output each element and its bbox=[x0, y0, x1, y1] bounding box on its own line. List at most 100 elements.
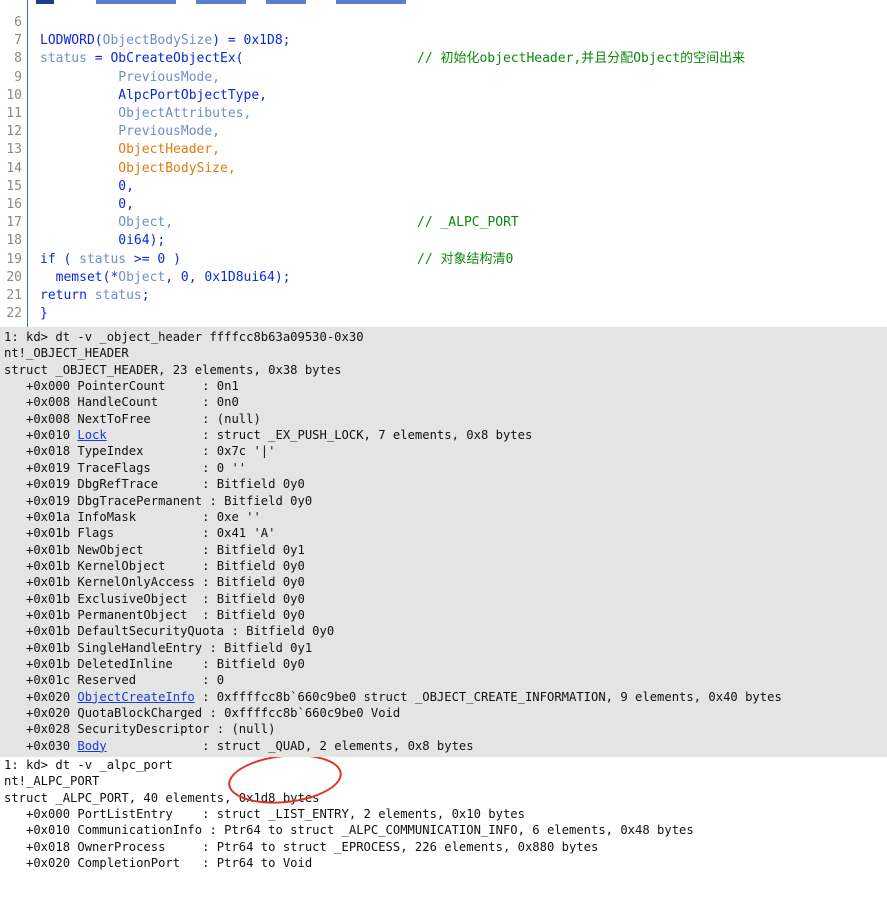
output-line: +0x019 DbgRefTrace : Bitfield 0y0 bbox=[4, 477, 305, 492]
code-text: 0i64); bbox=[40, 232, 165, 250]
line-number: 18 bbox=[6, 233, 22, 249]
code-token: = ObCreateObjectEx( bbox=[86, 51, 244, 67]
code-token: LODWORD( bbox=[40, 33, 103, 49]
line-number: 11 bbox=[6, 106, 22, 121]
code-token: PreviousMode, bbox=[40, 69, 221, 85]
code-token: status bbox=[40, 51, 87, 67]
code-token: ObjectAttributes, bbox=[40, 106, 252, 121]
code-line: 18 0i64); bbox=[0, 232, 887, 250]
debugger-output: 1: kd> dt -v _object_header ffffcc8b63a0… bbox=[0, 327, 887, 757]
code-text: status = ObCreateObjectEx( bbox=[40, 50, 244, 68]
code-line: 11 ObjectAttributes, bbox=[0, 105, 887, 123]
code-line: 15 0, bbox=[0, 178, 887, 196]
code-text: ObjectHeader, bbox=[40, 141, 220, 159]
output-line: +0x01b DefaultSecurityQuota : Bitfield 0… bbox=[4, 624, 335, 639]
field-link[interactable]: ObjectCreateInfo bbox=[77, 690, 194, 704]
code-token: 0, bbox=[40, 178, 134, 194]
code-token: ) = 0x1D8; bbox=[212, 33, 291, 49]
code-token: PreviousMode, bbox=[40, 124, 221, 140]
line-number: 7 bbox=[14, 33, 22, 49]
line-number: 8 bbox=[14, 51, 22, 67]
code-line: 12 PreviousMode, bbox=[0, 123, 887, 141]
output-suffix: : struct _EX_PUSH_LOCK, 7 elements, 0x8 … bbox=[106, 428, 533, 443]
code-text: } bbox=[40, 305, 48, 323]
output-line: +0x019 DbgTracePermanent : Bitfield 0y0 bbox=[4, 493, 313, 508]
code-token: 0, bbox=[40, 197, 134, 212]
output-prefix: +0x010 bbox=[4, 428, 78, 443]
code-line: 22} bbox=[0, 305, 887, 323]
output-line: 1: kd> dt -v _object_header ffffcc8b63a0… bbox=[4, 330, 364, 344]
output-line: +0x01c Reserved : 0 bbox=[4, 673, 225, 688]
field-link[interactable]: Lock bbox=[77, 428, 106, 442]
clipped-code-line bbox=[36, 0, 416, 7]
output-line: +0x008 NextToFree : (null) bbox=[4, 411, 261, 426]
code-line: 17 Object, // _ALPC_PORT bbox=[0, 214, 887, 232]
output-line: nt!_OBJECT_HEADER bbox=[4, 346, 129, 361]
output-line: +0x028 SecurityDescriptor : (null) bbox=[4, 722, 276, 737]
line-number: 6 bbox=[14, 15, 22, 30]
code-text: Object, bbox=[40, 214, 173, 232]
code-token: return bbox=[40, 288, 95, 303]
output-line: +0x01b SingleHandleEntry : Bitfield 0y1 bbox=[4, 640, 313, 655]
code-token: Object bbox=[118, 269, 166, 285]
code-token: ObjectBodySize, bbox=[40, 160, 236, 176]
code-line: 8 status = ObCreateObjectEx( // 初始化objectH… bbox=[0, 50, 887, 68]
line-number: 15 bbox=[6, 178, 22, 194]
code-comment: // _ALPC_PORT bbox=[417, 215, 519, 231]
output-suffix: : 0xffffcc8b`660c9be0 struct _OBJECT_CRE… bbox=[194, 689, 782, 704]
code-line: 20 memset(*Object, 0, 0x1D8ui64); bbox=[0, 269, 887, 287]
line-number: 12 bbox=[6, 124, 22, 140]
output-line: +0x020 ObjectCreateInfo : 0xffffcc8b`660… bbox=[4, 689, 782, 705]
line-number: 14 bbox=[6, 160, 22, 176]
output-line: +0x018 OwnerProcess : Ptr64 to struct _E… bbox=[4, 839, 599, 854]
code-comment: // 初始化objectHeader,并且分配Object的空间出来 bbox=[417, 51, 746, 67]
code-token: 0i64); bbox=[40, 233, 166, 249]
code-token: status bbox=[79, 251, 127, 267]
code-line: 13 ObjectHeader, bbox=[0, 141, 887, 159]
code-text: 0, bbox=[40, 196, 134, 214]
output-line: +0x010 CommunicationInfo : Ptr64 to stru… bbox=[4, 823, 694, 838]
output-line: +0x000 PortListEntry : struct _LIST_ENTR… bbox=[4, 807, 525, 822]
line-number: 9 bbox=[14, 69, 22, 85]
code-comment: // 对象结构清0 bbox=[417, 251, 514, 267]
output-line: +0x01a InfoMask : 0xe '' bbox=[4, 509, 261, 524]
output-line: nt!_ALPC_PORT bbox=[4, 774, 100, 789]
output-line: +0x019 TraceFlags : 0 '' bbox=[4, 460, 247, 475]
output-line: +0x01b ExclusiveObject : Bitfield 0y0 bbox=[4, 591, 305, 606]
output-line: +0x030 Body : struct _QUAD, 2 elements, … bbox=[4, 738, 474, 754]
code-text: ObjectAttributes, bbox=[40, 105, 251, 123]
code-token: ; bbox=[141, 288, 150, 303]
code-token: ObjectBodySize bbox=[102, 33, 213, 49]
alpc-port-output: 1: kd> dt -v _alpc_port nt!_ALPC_PORT stru… bbox=[0, 757, 887, 906]
code-token: >= 0 ) bbox=[126, 251, 181, 267]
code-editor: 6 7 LODWORD(ObjectBodySize) = 0x1D8; 8 statu… bbox=[0, 0, 887, 327]
code-token: AlpcPortObjectType, bbox=[40, 87, 267, 103]
code-line: 19 if ( status >= 0 ) // 对象结构清0 bbox=[0, 251, 887, 269]
code-text: AlpcPortObjectType, bbox=[40, 87, 267, 105]
output-prefix: +0x020 bbox=[4, 689, 78, 704]
code-text: PreviousMode, bbox=[40, 123, 220, 141]
code-line: 6 bbox=[0, 14, 887, 32]
code-line: 21 return status; bbox=[0, 287, 887, 305]
output-line: +0x01b NewObject : Bitfield 0y1 bbox=[4, 542, 305, 557]
code-text: if ( status >= 0 ) bbox=[40, 251, 181, 269]
code-line: 14 ObjectBodySize, bbox=[0, 160, 887, 178]
line-number: 20 bbox=[6, 269, 22, 285]
code-token: ObjectHeader, bbox=[40, 142, 221, 158]
line-number: 16 bbox=[6, 197, 22, 212]
code-line: 16 0, bbox=[0, 196, 887, 214]
code-text: memset(*Object, 0, 0x1D8ui64); bbox=[40, 269, 291, 287]
code-token: memset(* bbox=[40, 269, 119, 285]
output-line: +0x008 HandleCount : 0n0 bbox=[4, 395, 239, 410]
code-line: 7 LODWORD(ObjectBodySize) = 0x1D8; bbox=[0, 32, 887, 50]
output-line: +0x01b KernelOnlyAccess : Bitfield 0y0 bbox=[4, 575, 305, 590]
line-number: 21 bbox=[6, 288, 22, 303]
line-number: 13 bbox=[6, 142, 22, 158]
code-text: 0, bbox=[40, 178, 134, 196]
line-number: 22 bbox=[6, 306, 22, 322]
field-link[interactable]: Body bbox=[77, 739, 106, 753]
code-text: LODWORD(ObjectBodySize) = 0x1D8; bbox=[40, 32, 290, 50]
line-number: 19 bbox=[6, 251, 22, 267]
output-line: +0x01b DeletedInline : Bitfield 0y0 bbox=[4, 657, 305, 671]
output-line: struct _OBJECT_HEADER, 23 elements, 0x38… bbox=[4, 362, 342, 377]
